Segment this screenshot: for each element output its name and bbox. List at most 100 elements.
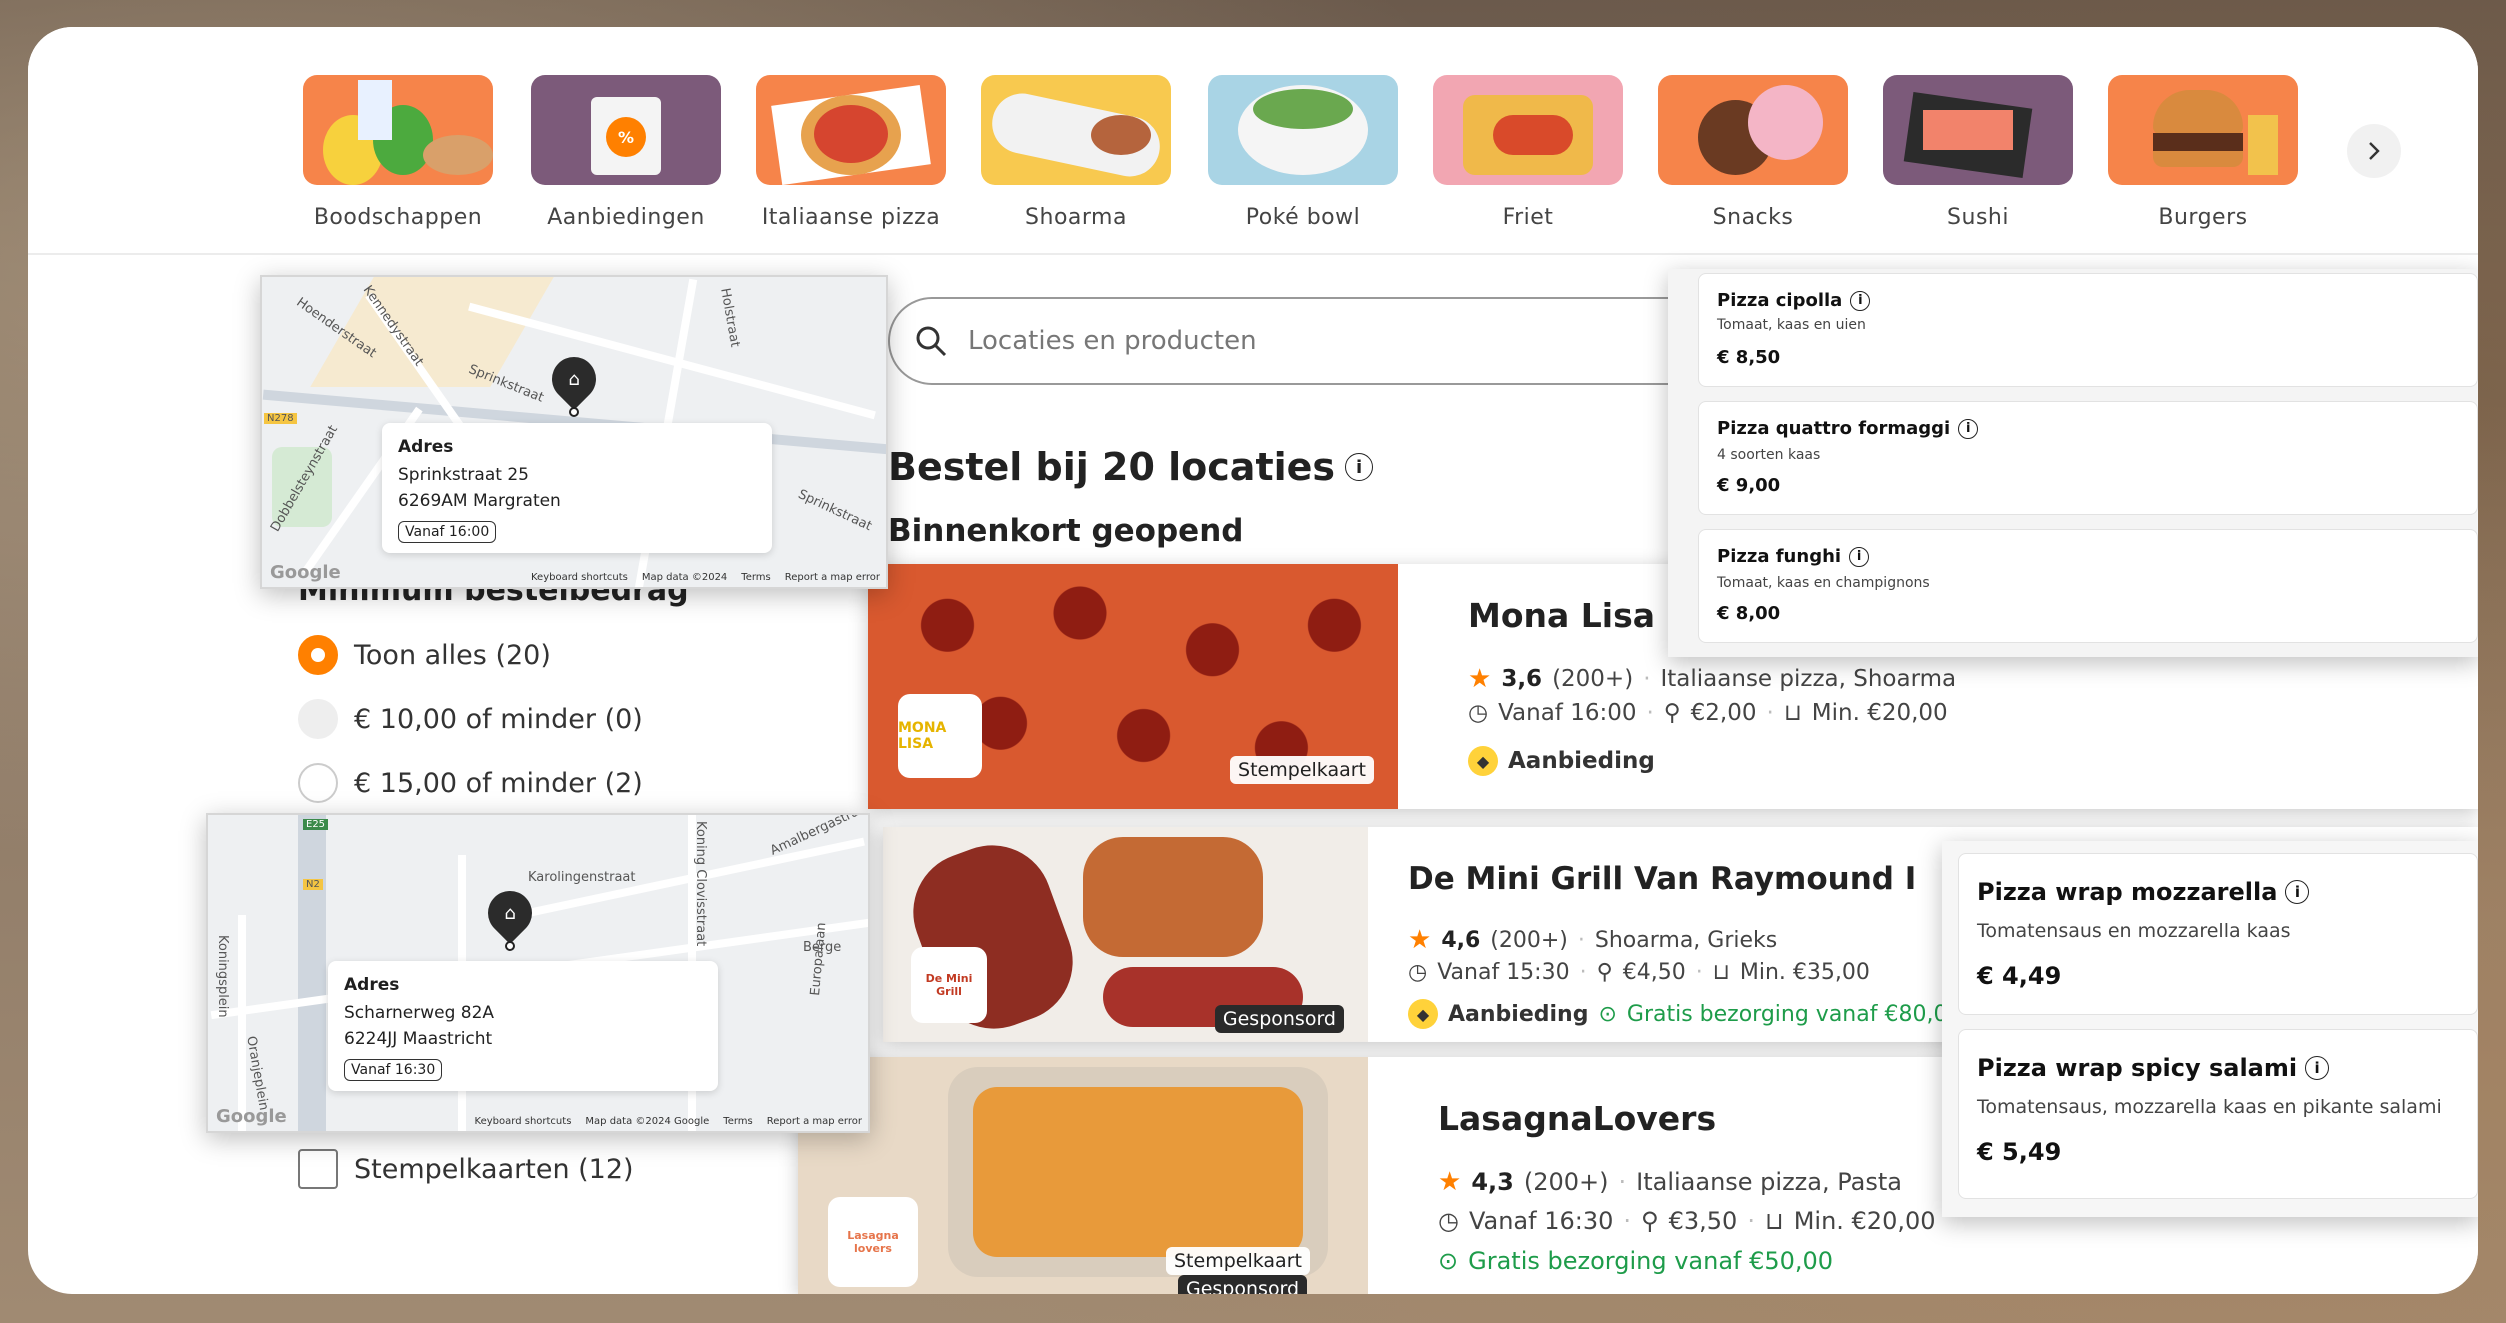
filter-option-10[interactable]: € 10,00 of minder (0) bbox=[298, 699, 643, 739]
category-label: Shoarma bbox=[1025, 205, 1127, 230]
product-card[interactable]: Pizza wrap mozzarella i Tomatensaus en mo… bbox=[1958, 853, 2478, 1015]
star-icon: ★ bbox=[1438, 1167, 1462, 1197]
star-icon: ★ bbox=[1468, 664, 1492, 694]
separator: · bbox=[1643, 666, 1651, 692]
category-italiaanse-pizza[interactable]: Italiaanse pizza bbox=[756, 75, 946, 230]
offer-label: Aanbieding bbox=[1448, 1001, 1589, 1027]
chevron-right-icon bbox=[2369, 142, 2380, 160]
address-city: 6269AM Margraten bbox=[398, 491, 561, 511]
filter-option-label: Stempelkaarten (12) bbox=[354, 1153, 634, 1185]
reviews: (200+) bbox=[1552, 666, 1634, 692]
restaurant-details: ◷ Vanaf 15:30 · ⚲ €4,50 · ⊔ Min. €35,00 bbox=[1408, 960, 1870, 985]
radio-selected[interactable] bbox=[298, 635, 338, 675]
restaurant-photo: MONA LISA Stempelkaart bbox=[868, 564, 1398, 809]
delivery-cost: €4,50 bbox=[1622, 960, 1686, 985]
rating: 4,6 bbox=[1441, 927, 1481, 953]
category-image: % bbox=[531, 75, 721, 185]
product-card[interactable]: Pizza funghi i Tomaat, kaas en champignon… bbox=[1698, 529, 2478, 643]
offer-badge: ◆ Aanbieding bbox=[1468, 746, 1655, 776]
category-shoarma[interactable]: Shoarma bbox=[981, 75, 1171, 230]
clock-icon: ◷ bbox=[1468, 700, 1489, 726]
cuisine: Italiaanse pizza, Pasta bbox=[1636, 1168, 1902, 1196]
street-label: Oranjeplein bbox=[243, 1035, 272, 1112]
info-icon[interactable]: i bbox=[1958, 418, 1979, 439]
store-pin-icon[interactable]: ⌂ bbox=[478, 881, 542, 945]
offer-badge: ◆ Aanbieding ⊙ Gratis bezorging vanaf €8… bbox=[1408, 999, 1961, 1029]
map-link[interactable]: Terms bbox=[741, 572, 770, 583]
street-label: Holstraat bbox=[717, 287, 743, 349]
restaurant-name[interactable]: De Mini Grill Van Raymound I bbox=[1408, 861, 1916, 897]
product-desc: Tomaat, kaas en uien bbox=[1717, 317, 1866, 333]
filter-stempelkaarten[interactable]: Stempelkaarten (12) bbox=[298, 1149, 634, 1189]
min-order: Min. €20,00 bbox=[1793, 1207, 1936, 1235]
radio-disabled[interactable] bbox=[298, 699, 338, 739]
store-pin-icon[interactable]: ⌂ bbox=[542, 347, 606, 411]
map-link[interactable]: Report a map error bbox=[785, 572, 880, 583]
section-title: Bestel bij 20 locaties i bbox=[888, 445, 1374, 489]
category-strip: Boodschappen % Aanbiedingen Italiaanse p… bbox=[28, 27, 2478, 255]
category-snacks[interactable]: Snacks bbox=[1658, 75, 1848, 230]
restaurant-name[interactable]: LasagnaLovers bbox=[1438, 1099, 1716, 1138]
category-label: Italiaanse pizza bbox=[761, 205, 941, 230]
product-card[interactable]: Pizza wrap spicy salami i Tomatensaus, mo… bbox=[1958, 1029, 2478, 1199]
category-image bbox=[1658, 75, 1848, 185]
product-price: € 8,50 bbox=[1717, 347, 1781, 368]
info-icon[interactable]: i bbox=[1849, 546, 1870, 567]
address-box: Adres Scharnerweg 82A 6224JJ Maastricht … bbox=[328, 961, 718, 1091]
radio-unselected[interactable] bbox=[298, 763, 338, 803]
category-boodschappen[interactable]: Boodschappen bbox=[303, 75, 493, 230]
product-popup-top: Pizza cipolla i Tomaat, kaas en uien € 8,… bbox=[1668, 269, 2478, 657]
basket-icon: ⊔ bbox=[1712, 960, 1730, 985]
category-sushi[interactable]: Sushi bbox=[1883, 75, 2073, 230]
search-placeholder: Locaties en producten bbox=[968, 326, 1257, 356]
street-label: Koningsplein bbox=[215, 935, 230, 1018]
tag-icon: ◆ bbox=[1408, 999, 1438, 1029]
filter-option-all[interactable]: Toon alles (20) bbox=[298, 635, 551, 675]
separator: · bbox=[1695, 960, 1703, 985]
filter-option-label: € 10,00 of minder (0) bbox=[354, 703, 643, 735]
product-card[interactable]: Pizza quattro formaggi i 4 soorten kaas €… bbox=[1698, 401, 2478, 515]
restaurant-logo: De Mini Grill bbox=[911, 947, 987, 1023]
map-link[interactable]: Keyboard shortcuts bbox=[475, 1116, 572, 1127]
map-footer: Keyboard shortcuts Map data ©2024 Google… bbox=[475, 1116, 862, 1127]
map-link[interactable]: Report a map error bbox=[767, 1116, 862, 1127]
info-icon[interactable]: i bbox=[2285, 880, 2310, 904]
product-card[interactable]: Pizza cipolla i Tomaat, kaas en uien € 8,… bbox=[1698, 273, 2478, 387]
address-street: Sprinkstraat 25 bbox=[398, 465, 529, 485]
map-margraten[interactable]: Hoenderstraat Kennedystraat Sprinkstraat… bbox=[260, 275, 888, 589]
address-street: Scharnerweg 82A bbox=[344, 1003, 495, 1023]
separator: · bbox=[1577, 927, 1585, 953]
category-aanbiedingen[interactable]: % Aanbiedingen bbox=[531, 75, 721, 230]
cuisine: Shoarma, Grieks bbox=[1594, 927, 1778, 953]
category-friet[interactable]: Friet bbox=[1433, 75, 1623, 230]
filter-option-15[interactable]: € 15,00 of minder (2) bbox=[298, 763, 643, 803]
bike-icon: ⚲ bbox=[1596, 960, 1613, 985]
google-logo: Google bbox=[270, 562, 341, 583]
map-data: Map data ©2024 bbox=[641, 572, 728, 583]
search-input[interactable]: Locaties en producten bbox=[888, 297, 1718, 385]
free-delivery: Gratis bezorging vanaf €50,00 bbox=[1468, 1247, 1834, 1275]
separator: · bbox=[1646, 700, 1654, 726]
map-link[interactable]: Keyboard shortcuts bbox=[531, 572, 628, 583]
checkbox[interactable] bbox=[298, 1149, 338, 1189]
category-burgers[interactable]: Burgers bbox=[2108, 75, 2298, 230]
map-maastricht[interactable]: Karolingenstraat Koning Clovisstraat Ama… bbox=[206, 813, 870, 1133]
map-link[interactable]: Terms bbox=[723, 1116, 752, 1127]
category-label: Poké bowl bbox=[1245, 205, 1361, 230]
info-icon[interactable]: i bbox=[1345, 453, 1374, 481]
product-name: Pizza cipolla i bbox=[1717, 290, 2459, 311]
category-next-button[interactable] bbox=[2347, 124, 2401, 178]
delivery-cost: €3,50 bbox=[1668, 1207, 1738, 1235]
category-label: Snacks bbox=[1712, 205, 1794, 230]
restaurant-name[interactable]: Mona Lisa bbox=[1468, 596, 1655, 635]
address-box: Adres Sprinkstraat 25 6269AM Margraten V… bbox=[382, 423, 772, 553]
reviews: (200+) bbox=[1490, 927, 1568, 953]
product-desc: Tomaat, kaas en champignons bbox=[1717, 575, 1930, 591]
open-time: Vanaf 15:30 bbox=[1437, 960, 1570, 985]
category-label: Friet bbox=[1502, 205, 1554, 230]
info-icon[interactable]: i bbox=[2305, 1056, 2330, 1080]
category-poke-bowl[interactable]: Poké bowl bbox=[1208, 75, 1398, 230]
product-desc: Tomatensaus, mozzarella kaas en pikante … bbox=[1977, 1096, 2442, 1118]
restaurant-details: ◷ Vanaf 16:30 · ⚲ €3,50 · ⊔ Min. €20,00 bbox=[1438, 1207, 1936, 1235]
info-icon[interactable]: i bbox=[1850, 290, 1871, 311]
